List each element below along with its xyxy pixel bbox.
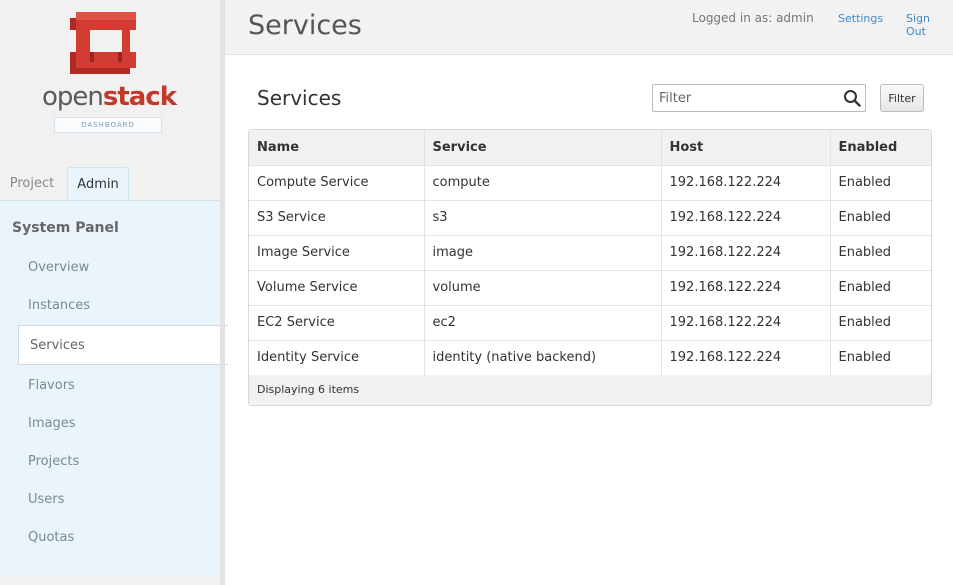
cell-name: S3 Service	[249, 200, 425, 236]
table-row: EC2 Service ec2 192.168.122.224 Enabled	[249, 305, 931, 341]
table-header-row: Name Service Host Enabled	[249, 130, 931, 166]
cell-service: image	[424, 235, 662, 271]
cell-name: Compute Service	[249, 165, 425, 201]
column-header-enabled[interactable]: Enabled	[830, 130, 931, 166]
cell-service: ec2	[424, 305, 662, 341]
panel-title: System Panel	[12, 220, 119, 236]
settings-link[interactable]: Settings	[838, 12, 883, 25]
dashboard-tabs: Project Admin	[0, 167, 220, 201]
sidebar-item-label: Services	[30, 338, 85, 353]
filter-button[interactable]: Filter	[880, 84, 924, 112]
cell-service: identity (native backend)	[424, 340, 662, 376]
page-title: Services	[248, 10, 362, 41]
cell-host: 192.168.122.224	[661, 340, 831, 376]
cell-name: Image Service	[249, 235, 425, 271]
cell-enabled: Enabled	[830, 235, 931, 271]
services-table: Name Service Host Enabled Compute Servic…	[248, 129, 932, 406]
cell-host: 192.168.122.224	[661, 200, 831, 236]
column-header-name[interactable]: Name	[249, 130, 425, 166]
cell-name: Volume Service	[249, 270, 425, 306]
filter-field	[652, 84, 866, 112]
cell-service: compute	[424, 165, 662, 201]
cell-enabled: Enabled	[830, 340, 931, 376]
system-panel: System Panel Overview Instances Services…	[0, 200, 228, 576]
table-row: Compute Service compute 192.168.122.224 …	[249, 165, 931, 201]
logo-wordmark: openstack	[41, 82, 177, 112]
cell-service: s3	[424, 200, 662, 236]
sidebar-divider	[220, 0, 225, 585]
cell-enabled: Enabled	[830, 200, 931, 236]
sidebar: openstack DASHBOARD Project Admin System…	[0, 0, 228, 585]
sign-out-link[interactable]: Sign Out	[906, 12, 953, 38]
sidebar-item-flavors[interactable]: Flavors	[28, 378, 75, 393]
sidebar-item-services[interactable]: Services	[18, 325, 228, 365]
cell-host: 192.168.122.224	[661, 235, 831, 271]
cell-name: Identity Service	[249, 340, 425, 376]
sidebar-item-users[interactable]: Users	[28, 492, 64, 507]
sidebar-item-images[interactable]: Images	[28, 416, 76, 431]
sidebar-item-projects[interactable]: Projects	[28, 454, 79, 469]
tab-admin[interactable]: Admin	[67, 167, 129, 201]
sidebar-item-quotas[interactable]: Quotas	[28, 530, 74, 545]
cell-host: 192.168.122.224	[661, 165, 831, 201]
table-row: Identity Service identity (native backen…	[249, 340, 931, 376]
cell-service: volume	[424, 270, 662, 306]
column-header-service[interactable]: Service	[424, 130, 662, 166]
logged-in-label: Logged in as: admin	[692, 11, 814, 25]
cell-enabled: Enabled	[830, 270, 931, 306]
openstack-cube-icon	[70, 12, 136, 74]
tab-project[interactable]: Project	[0, 167, 64, 201]
sidebar-item-instances[interactable]: Instances	[28, 298, 90, 313]
table-footer-count: Displaying 6 items	[249, 375, 931, 405]
filter-input[interactable]	[653, 85, 843, 111]
cell-enabled: Enabled	[830, 305, 931, 341]
table-row: Volume Service volume 192.168.122.224 En…	[249, 270, 931, 306]
cell-name: EC2 Service	[249, 305, 425, 341]
sidebar-item-overview[interactable]: Overview	[28, 260, 89, 275]
cell-enabled: Enabled	[830, 165, 931, 201]
table-row: S3 Service s3 192.168.122.224 Enabled	[249, 200, 931, 236]
page-header: Services Logged in as: admin Settings Si…	[225, 0, 953, 55]
dashboard-badge: DASHBOARD	[54, 117, 162, 133]
column-header-host[interactable]: Host	[661, 130, 831, 166]
table-row: Image Service image 192.168.122.224 Enab…	[249, 235, 931, 271]
section-title: Services	[257, 86, 342, 110]
cell-host: 192.168.122.224	[661, 270, 831, 306]
cell-host: 192.168.122.224	[661, 305, 831, 341]
openstack-logo[interactable]: openstack DASHBOARD	[0, 0, 220, 160]
search-icon[interactable]	[843, 89, 861, 107]
